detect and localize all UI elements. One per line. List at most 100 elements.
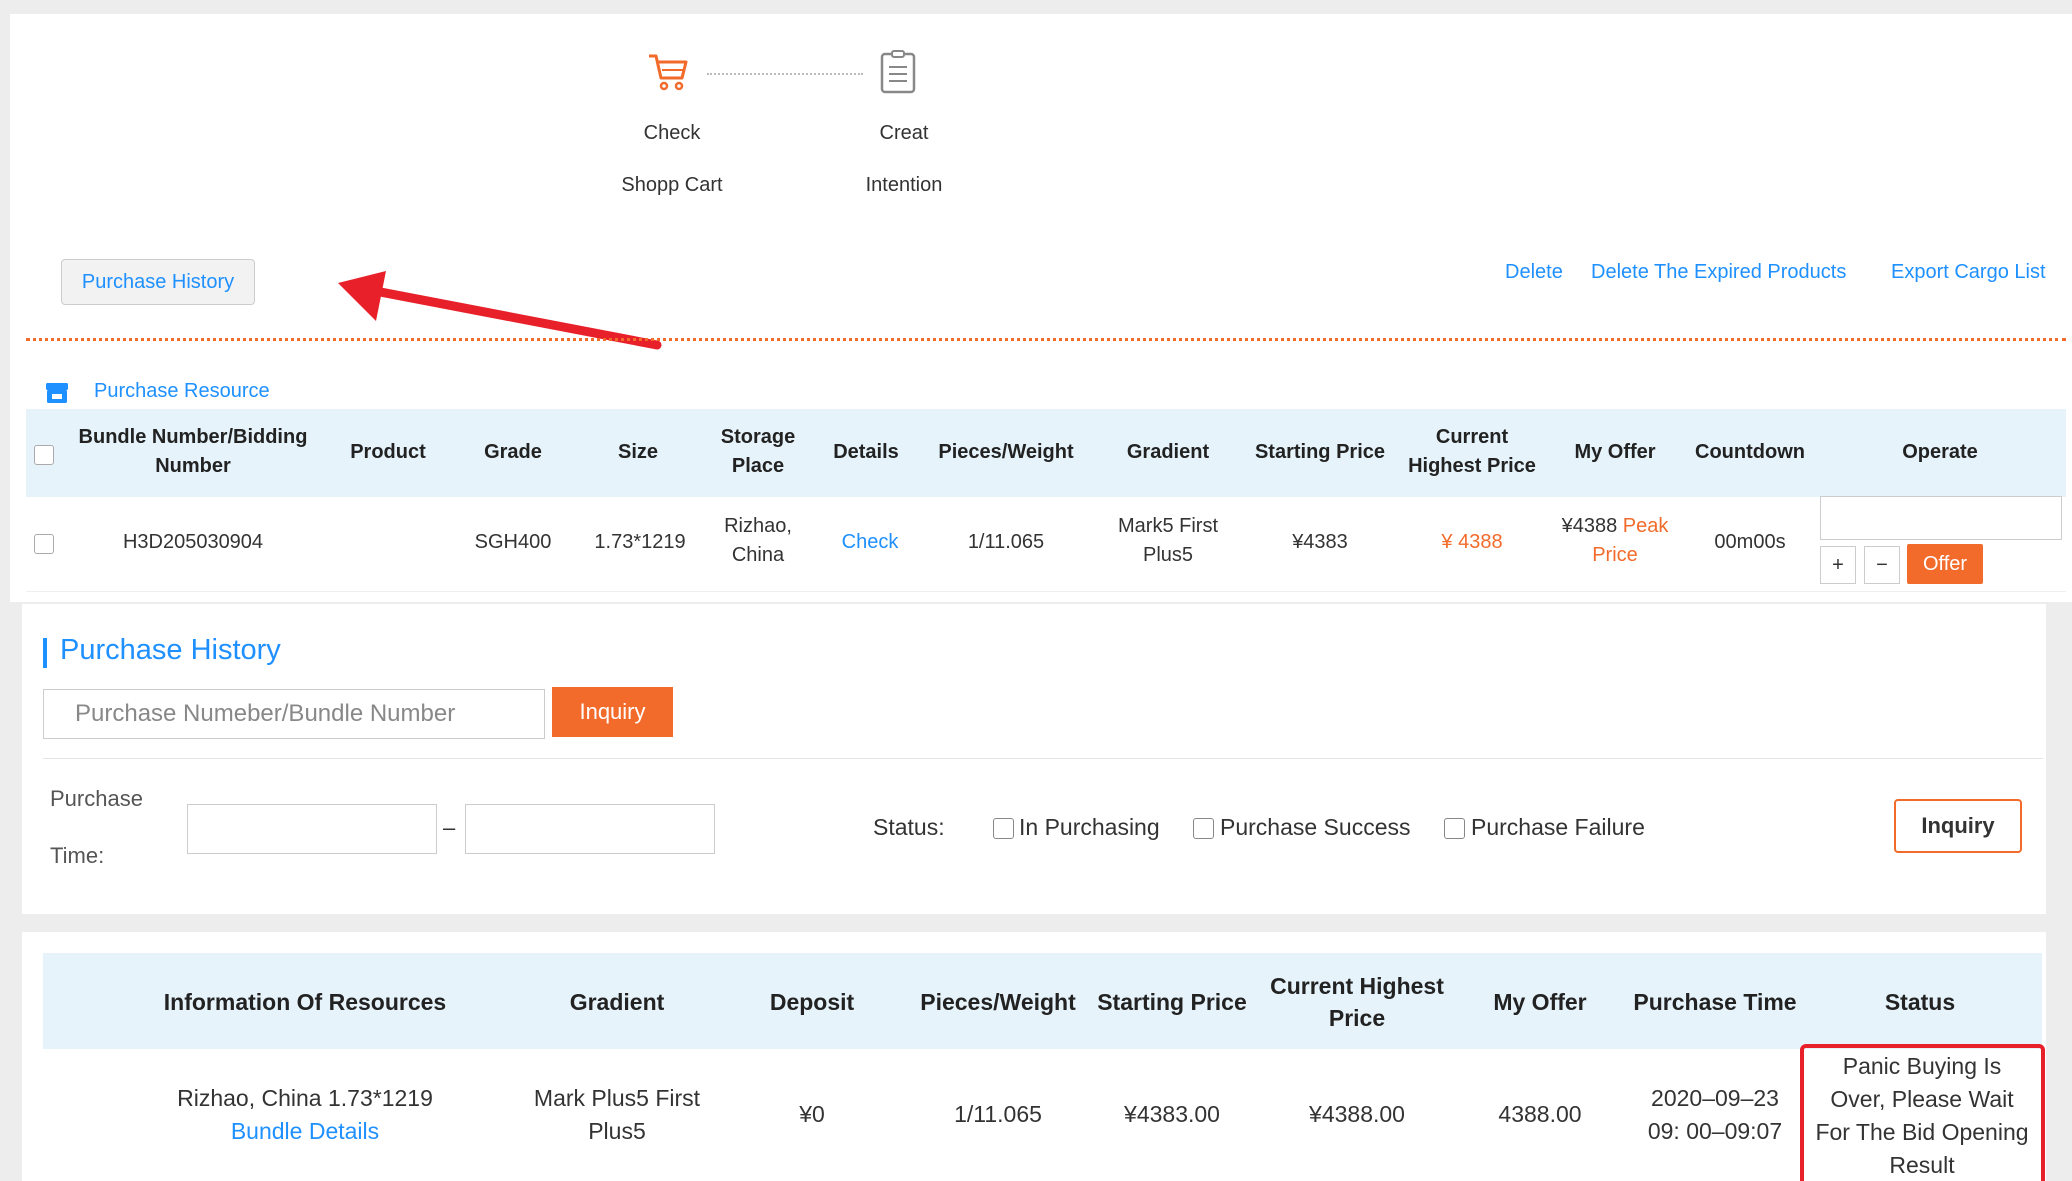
col-gradient: Gradient	[1126, 441, 1210, 463]
col-countdown: Countdown	[1695, 441, 1805, 463]
row-my-offer: ¥4388 Peak Price	[1556, 512, 1674, 570]
row-starting-price: ¥4383	[1292, 531, 1348, 553]
col-current-line1: Current Highest	[1270, 973, 1444, 999]
purchase-time-label-1: Purchase	[50, 786, 143, 811]
step-1-line2: Shopp Cart	[621, 174, 723, 196]
delete-expired-link[interactable]: Delete The Expired Products	[1591, 261, 1846, 284]
row-current-highest: ¥ 4388	[1441, 531, 1503, 553]
col-current-line1: Current	[1435, 426, 1509, 448]
col-pieces-weight: Pieces/Weight	[938, 441, 1074, 463]
col-current-highest-price: Current Highest Price	[1252, 970, 1462, 1034]
step-2-line1: Creat	[879, 122, 929, 144]
col-status: Status	[1884, 989, 1956, 1015]
history-row-gradient: Mark Plus5 First Plus5	[507, 1082, 727, 1148]
status-label: Status:	[873, 814, 945, 840]
title-accent-bar	[43, 638, 47, 668]
offer-amount-input[interactable]	[1820, 496, 2062, 540]
col-deposit: Deposit	[769, 989, 855, 1015]
col-bundle-number-line2: Number	[155, 455, 231, 477]
delete-link[interactable]: Delete	[1505, 261, 1563, 284]
col-storage-place: Storage Place	[700, 423, 816, 481]
row-storage-line1: Rizhao,	[724, 515, 792, 537]
store-icon	[44, 380, 70, 406]
history-row-starting-price: ¥4383.00	[1124, 1101, 1220, 1127]
document-list-icon	[878, 50, 918, 94]
purchase-time-range: 09: 00–09:07	[1647, 1118, 1783, 1144]
peak-tag: Peak	[1622, 515, 1669, 537]
history-row-purchase-time: 2020–09–23 09: 00–09:07	[1620, 1082, 1810, 1148]
purchase-number-search-input[interactable]: Purchase Numeber/Bundle Number	[43, 689, 545, 739]
col-bundle-number: Bundle Number/Bidding Number	[68, 423, 318, 481]
step-1-line1: Check	[643, 122, 701, 144]
history-row-pieces-weight: 1/11.065	[954, 1101, 1042, 1127]
history-row-info-text: Rizhao, China 1.73*1219	[177, 1085, 433, 1111]
row-details-check-link[interactable]: Check	[820, 528, 920, 557]
filter-inquiry-button[interactable]: Inquiry	[1894, 799, 2022, 853]
col-current-line2: Price	[1328, 1005, 1386, 1031]
col-storage-line2: Place	[731, 455, 785, 477]
row-countdown: 00m00s	[1714, 531, 1786, 553]
purchase-success-label: Purchase Success	[1220, 814, 1411, 840]
col-purchase-time: Purchase Time	[1633, 989, 1797, 1015]
row-checkbox[interactable]	[34, 534, 54, 554]
purchase-history-title: Purchase History	[60, 634, 281, 666]
history-row-gradient-line1: Mark Plus5 First	[533, 1085, 701, 1111]
col-bundle-number-line1: Bundle Number/Bidding	[78, 426, 308, 448]
cart-icon	[646, 50, 690, 94]
history-row-gradient-line2: Plus5	[588, 1118, 646, 1144]
inquiry-button[interactable]: Inquiry	[552, 687, 673, 737]
row-gradient-line1: Mark5 First	[1118, 515, 1218, 537]
purchase-failure-label: Purchase Failure	[1471, 814, 1645, 840]
col-storage-line1: Storage	[720, 426, 796, 448]
date-range-separator: –	[443, 815, 456, 840]
history-row-deposit: ¥0	[799, 1101, 825, 1127]
row-gradient: Mark5 First Plus5	[1100, 512, 1236, 570]
select-all-checkbox[interactable]	[34, 445, 54, 465]
col-starting-price: Starting Price	[1097, 989, 1247, 1015]
row-pieces-weight: 1/11.065	[967, 531, 1045, 553]
in-purchasing-checkbox[interactable]	[993, 818, 1014, 839]
end-date-input[interactable]	[465, 804, 715, 854]
row-gradient-line2: Plus5	[1142, 544, 1194, 566]
filter-divider	[43, 758, 2043, 759]
purchase-history-panel	[22, 604, 2046, 914]
orange-dotted-divider	[26, 338, 2066, 341]
bundle-details-link[interactable]: Bundle Details	[140, 1115, 470, 1148]
col-product: Product	[350, 441, 426, 463]
price-tag: Price	[1592, 544, 1638, 566]
purchase-success-checkbox[interactable]	[1193, 818, 1214, 839]
row-size: 1.73*1219	[594, 531, 686, 553]
col-my-offer: My Offer	[1574, 441, 1656, 463]
col-current-highest: Current Highest Price	[1392, 423, 1552, 481]
step-connector	[707, 73, 863, 75]
col-current-line2: Highest Price	[1408, 455, 1536, 477]
decrease-button[interactable]: −	[1864, 546, 1900, 584]
start-date-input[interactable]	[187, 804, 437, 854]
history-row-current-highest: ¥4388.00	[1309, 1101, 1405, 1127]
history-row-info: Rizhao, China 1.73*1219 Bundle Details	[140, 1082, 470, 1148]
purchase-time-label-2: Time:	[50, 843, 105, 868]
step-2-line2: Intention	[865, 174, 943, 196]
col-size: Size	[617, 441, 659, 463]
increase-button[interactable]: +	[1820, 546, 1856, 584]
col-grade: Grade	[484, 441, 542, 463]
col-my-offer: My Offer	[1493, 989, 1587, 1015]
purchase-time-date: 2020–09–23	[1651, 1085, 1779, 1111]
history-row-my-offer: 4388.00	[1498, 1101, 1582, 1127]
row-my-offer-line1: ¥4388 Peak	[1556, 512, 1674, 541]
row-grade: SGH400	[474, 531, 552, 553]
row-storage-line2: China	[731, 544, 785, 566]
col-pieces-weight: Pieces/Weight	[920, 989, 1076, 1015]
status-highlight-box	[1800, 1044, 2045, 1181]
offer-button[interactable]: Offer	[1907, 544, 1983, 584]
purchase-failure-checkbox[interactable]	[1444, 818, 1465, 839]
purchase-history-button[interactable]: Purchase History	[61, 259, 255, 305]
col-gradient: Gradient	[569, 989, 665, 1015]
export-cargo-list-link[interactable]: Export Cargo List	[1891, 261, 2046, 284]
my-offer-value: ¥4388	[1561, 515, 1618, 537]
col-operate: Operate	[1902, 441, 1978, 463]
in-purchasing-label: In Purchasing	[1019, 814, 1160, 840]
purchase-resource-label: Purchase Resource	[94, 380, 270, 402]
row-bundle-number: H3D205030904	[122, 531, 264, 553]
col-information-of-resources: Information Of Resources	[163, 989, 447, 1015]
